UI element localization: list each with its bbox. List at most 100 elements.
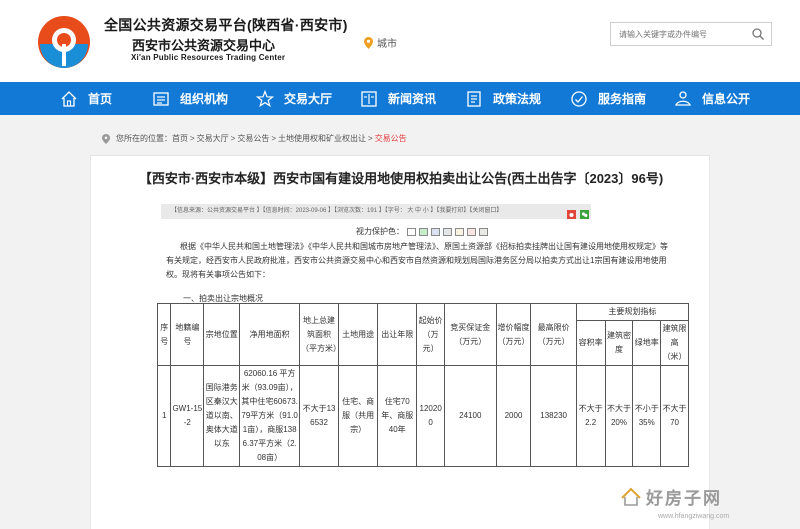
nav-item-trading-hall[interactable]: 交易大厅 bbox=[256, 82, 332, 115]
table-row: 1 GW1-15-2 国际港务区秦汉大道以南、奥体大道以东 62060.16 平… bbox=[156, 365, 689, 467]
search-icon[interactable] bbox=[751, 27, 765, 41]
color-swatch-white[interactable] bbox=[407, 227, 416, 236]
col-header-net-area: 净用地面积 bbox=[239, 303, 300, 366]
color-swatch-blue[interactable] bbox=[431, 227, 440, 236]
nav-label-service-guide: 服务指南 bbox=[598, 92, 647, 106]
breadcrumb-separator: > bbox=[230, 134, 236, 143]
col-header-green: 绿地率 bbox=[632, 320, 662, 366]
site-header: 全国公共资源交易平台(陕西省·西安市) 西安市公共资源交易中心 Xi'an Pu… bbox=[0, 0, 800, 82]
watermark-text: 好房子网 bbox=[646, 489, 722, 508]
article-intro-paragraph: 根据《中华人民共和国土地管理法》《中华人民共和国城市房地产管理法》、原国土资源部… bbox=[166, 242, 668, 279]
info-icon bbox=[675, 90, 691, 106]
col-header-building-area: 地上总建筑面积（平方米） bbox=[298, 303, 341, 366]
cell-deposit: 24100 bbox=[444, 365, 497, 467]
cell-start-price: 120200 bbox=[416, 365, 446, 467]
color-swatch-green[interactable] bbox=[419, 227, 428, 236]
table-header-row: 序号 地籍编号 宗地位置 净用地面积 地上总建筑面积（平方米） 土地用途 出让年… bbox=[156, 303, 690, 366]
col-header-location: 宗地位置 bbox=[203, 303, 241, 366]
nav-label-info-disclosure: 信息公开 bbox=[702, 92, 751, 106]
location-pin-icon bbox=[364, 36, 373, 49]
site-title: 全国公共资源交易平台(陕西省·西安市) bbox=[104, 17, 348, 33]
watermark: 好房子网 bbox=[620, 484, 722, 509]
col-header-density: 建筑密度 bbox=[604, 320, 634, 366]
breadcrumb-separator: > bbox=[190, 134, 195, 143]
breadcrumb-current[interactable]: 交易公告 bbox=[375, 133, 407, 144]
news-icon bbox=[361, 90, 377, 107]
nav-item-service-guide[interactable]: 服务指南 bbox=[570, 82, 646, 115]
col-header-start-price: 起始价（万元） bbox=[416, 303, 446, 366]
breadcrumb-prefix: 您所在的位置： bbox=[116, 134, 172, 143]
page: 全国公共资源交易平台(陕西省·西安市) 西安市公共资源交易中心 Xi'an Pu… bbox=[0, 0, 800, 529]
logo-icon[interactable] bbox=[36, 14, 92, 70]
cell-building-area: 不大于136532 bbox=[298, 365, 340, 467]
col-header-increment: 增价幅度（万元） bbox=[495, 303, 532, 366]
color-swatch-beige[interactable] bbox=[455, 227, 464, 236]
cell-net-area: 62060.16 平方米（93.09亩），其中住宅60673.79平方米（91.… bbox=[239, 365, 300, 467]
nav-label-news: 新闻资讯 bbox=[388, 92, 437, 106]
star-icon bbox=[256, 89, 274, 107]
nav-item-organization[interactable]: 组织机构 bbox=[152, 82, 228, 115]
home-icon bbox=[61, 90, 77, 107]
eye-protection-label: 视力保护色： bbox=[356, 227, 404, 236]
site-subtitle: 西安市公共资源交易中心 bbox=[132, 38, 276, 53]
color-swatch-pink[interactable] bbox=[467, 227, 476, 236]
main-nav: 首页 组织机构 交易大厅 新闻资讯 政策法规 服务指南 信息公开 bbox=[0, 82, 800, 115]
nav-label-home: 首页 bbox=[88, 92, 113, 106]
cell-far: 不大于2.2 bbox=[575, 365, 606, 467]
col-header-planning-group: 主要规划指标 bbox=[575, 303, 690, 321]
breadcrumb-item-trading-hall[interactable]: 交易大厅 bbox=[197, 133, 229, 144]
cell-height: 不大于70 bbox=[660, 365, 689, 467]
service-icon bbox=[571, 90, 587, 107]
breadcrumb-item-announcements[interactable]: 交易公告 bbox=[237, 133, 269, 144]
breadcrumb-separator: > bbox=[368, 134, 373, 143]
cell-increment: 2000 bbox=[495, 365, 532, 467]
cell-density: 不大于20% bbox=[604, 365, 634, 467]
cell-green: 不小于35% bbox=[632, 365, 662, 467]
house-logo-icon bbox=[621, 487, 641, 506]
location-pin-icon bbox=[102, 133, 110, 144]
col-header-parcel-no: 地籍编号 bbox=[170, 303, 205, 366]
breadcrumb-item-land-rights[interactable]: 土地使用权和矿业权出让 bbox=[278, 133, 366, 144]
col-header-seq: 序号 bbox=[156, 303, 172, 366]
breadcrumb: 您所在的位置： 首页 > 交易大厅 > 交易公告 > 土地使用权和矿业权出让 >… bbox=[102, 133, 407, 144]
search-box bbox=[610, 22, 772, 46]
col-header-max-price: 最高限价（万元） bbox=[530, 303, 577, 366]
search-input[interactable] bbox=[611, 29, 749, 39]
cell-max-price: 138230 bbox=[530, 365, 577, 467]
nav-item-info-disclosure[interactable]: 信息公开 bbox=[674, 82, 750, 115]
col-header-deposit: 竞买保证金（万元） bbox=[444, 303, 497, 366]
city-label: 城市 bbox=[377, 39, 397, 50]
org-icon bbox=[153, 91, 169, 106]
cell-land-use: 住宅、商服（共用宗） bbox=[338, 365, 379, 467]
color-swatch-gray[interactable] bbox=[443, 227, 452, 236]
cell-term: 住宅70年、商服40年 bbox=[377, 365, 418, 467]
nav-item-policy[interactable]: 政策法规 bbox=[465, 82, 541, 115]
nav-label-trading-hall: 交易大厅 bbox=[284, 92, 333, 106]
site-title-english: Xi'an Public Resources Trading Center bbox=[131, 53, 286, 62]
cell-parcel-no: GW1-15-2 bbox=[170, 365, 205, 467]
breadcrumb-separator: > bbox=[271, 134, 277, 143]
col-header-term: 出让年限 bbox=[377, 303, 418, 366]
wechat-share-icon[interactable] bbox=[580, 210, 589, 219]
nav-item-home[interactable]: 首页 bbox=[60, 82, 112, 115]
article-title: 【西安市·西安市本级】西安市国有建设用地使用权拍卖出让公告(西土出告字〔2023… bbox=[138, 171, 664, 186]
article-meta-bar: 【信息来源：公共资源交易平台 】【信息时间：2023-09-06 】【浏览次数：… bbox=[161, 204, 591, 219]
article-panel: 【西安市·西安市本级】西安市国有建设用地使用权拍卖出让公告(西土出告字〔2023… bbox=[90, 155, 710, 529]
nav-label-policy: 政策法规 bbox=[493, 92, 542, 106]
col-header-far: 容积率 bbox=[575, 320, 606, 366]
nav-label-organization: 组织机构 bbox=[180, 92, 229, 106]
breadcrumb-item-home[interactable]: 首页 bbox=[172, 133, 188, 144]
eye-protection-colors: 视力保护色： bbox=[356, 226, 488, 237]
nav-item-news[interactable]: 新闻资讯 bbox=[360, 82, 436, 115]
cell-location: 国际港务区秦汉大道以南、奥体大道以东 bbox=[203, 365, 241, 467]
city-selector[interactable]: 城市 bbox=[364, 35, 397, 50]
col-header-land-use: 土地用途 bbox=[338, 303, 379, 366]
color-swatch-light[interactable] bbox=[479, 227, 488, 236]
weibo-share-icon[interactable] bbox=[567, 210, 576, 219]
share-icons bbox=[567, 210, 589, 219]
watermark-url: www.hfangziwang.com bbox=[658, 513, 730, 520]
policy-icon bbox=[467, 90, 481, 107]
col-header-height: 建筑限高（米） bbox=[660, 320, 689, 366]
cell-seq: 1 bbox=[156, 365, 172, 467]
land-parcel-table: 序号 地籍编号 宗地位置 净用地面积 地上总建筑面积（平方米） 土地用途 出让年… bbox=[156, 303, 690, 467]
